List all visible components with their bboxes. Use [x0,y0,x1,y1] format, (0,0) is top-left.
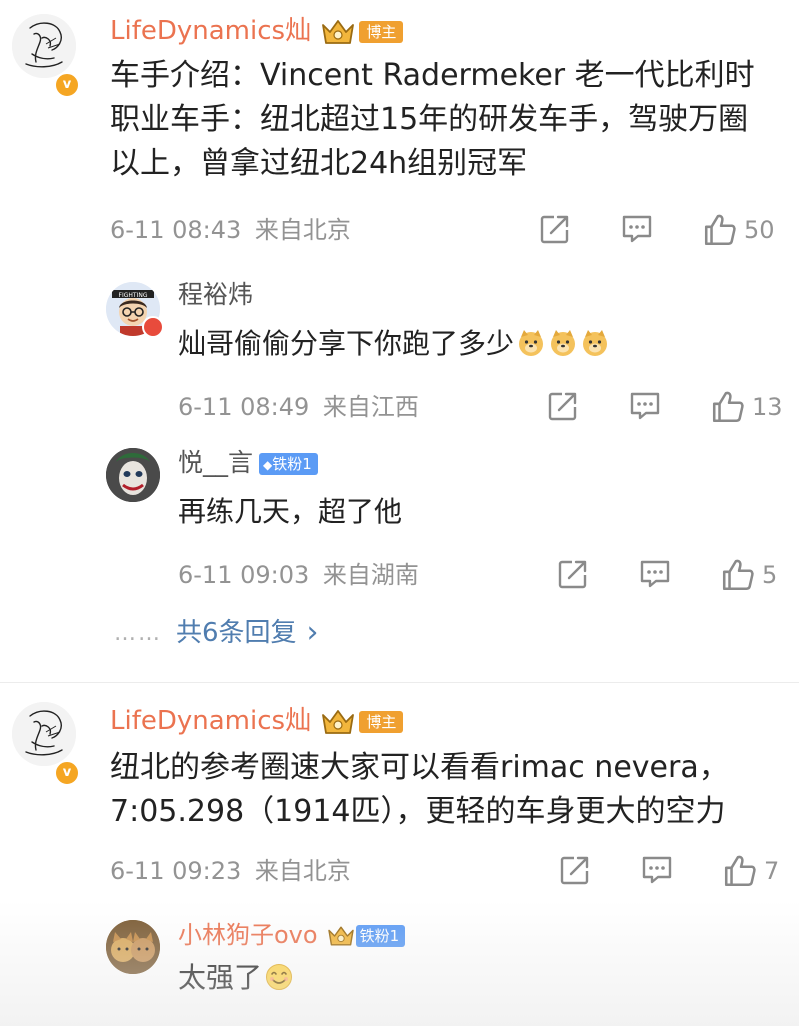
reply-avatar[interactable] [106,920,160,974]
comment-icon [620,212,654,246]
reply-time: 6-11 09:03 [178,561,310,589]
comment-icon [640,853,674,887]
comment-meta: 6-11 08:43 来自北京 [110,215,351,245]
diamond-icon: ◆ [263,458,273,472]
more-replies-label: 共6条回复 [176,618,297,648]
comment-item: v LifeDynamics灿 博主 车手介绍：Vincent Radermek… [0,0,799,680]
crown-icon [319,707,357,737]
crown-icon [326,924,356,948]
like-button[interactable]: 13 [710,389,783,425]
comment-location: 来自北京 [254,216,351,244]
share-icon [558,853,592,887]
doge-emoji-icon [516,328,546,358]
like-button[interactable]: 50 [702,212,775,248]
comment-text: 车手介绍：Vincent Radermeker 老一代比利时 职业车手：纽北超过… [110,58,755,181]
avatar[interactable] [12,702,76,766]
avatar[interactable] [12,14,76,78]
verified-badge-icon: v [54,72,80,98]
crown-icon [319,17,357,47]
share-button[interactable] [556,557,590,591]
like-icon [702,212,738,248]
reply-username[interactable]: 小林狗子ovo 铁粉1 [178,918,406,952]
comment-location: 来自北京 [254,857,351,885]
reply-meta: 6-11 09:03 来自湖南 [178,560,419,590]
share-button[interactable] [546,389,580,423]
smile-emoji-icon [264,962,294,992]
doge-emoji-icon [548,328,578,358]
comment-divider [0,682,799,683]
reply-username[interactable]: 悦__言 ◆铁粉1 [178,446,318,480]
cats-photo-icon [106,920,160,974]
comment-icon [638,557,672,591]
reply-item: 小林狗子ovo 铁粉1 太强了 [106,918,796,1018]
share-icon [538,212,572,246]
comment-button[interactable] [638,557,672,591]
reply-text: 灿哥偷偷分享下你跑了多少 [178,324,610,364]
fan-badge: ◆铁粉1 [259,453,318,475]
svg-text:FIGHTING: FIGHTING [119,292,148,299]
reply-item: FIGHTING 程裕炜 灿哥偷偷分享下你跑了多少 6-11 08:49 来自江… [106,278,796,428]
reply-text: 再练几天，超了他 [178,495,403,528]
share-button[interactable] [538,212,572,246]
reply-avatar[interactable] [106,448,160,502]
joker-face-icon [106,448,160,502]
sketch-portrait-icon [12,14,76,78]
share-icon [556,557,590,591]
comment-meta: 6-11 09:23 来自北京 [110,856,351,886]
sketch-portrait-icon [12,702,76,766]
reply-location: 来自江西 [322,393,419,421]
comment-text: 纽北的参考圈速大家可以看看rimac nevera， 7:05.298（1914… [110,750,729,829]
host-badge: 博主 [359,20,404,43]
like-icon [710,389,746,425]
comment-username[interactable]: LifeDynamics灿 博主 [110,704,404,738]
more-replies-link[interactable]: …… 共6条回复 › [114,616,319,650]
like-icon [720,557,756,593]
comment-button[interactable] [640,853,674,887]
host-badge: 博主 [359,710,404,733]
like-button[interactable]: 5 [720,557,777,593]
reply-item: 悦__言 ◆铁粉1 再练几天，超了他 6-11 09:03 来自湖南 5 [106,446,796,596]
comment-time: 6-11 09:23 [110,857,242,885]
share-button[interactable] [558,853,592,887]
reply-username[interactable]: 程裕炜 [178,278,253,312]
verified-badge-icon: v [54,760,80,786]
like-icon [722,853,758,889]
like-count: 13 [752,393,783,421]
comment-button[interactable] [628,389,662,423]
comment-item: v LifeDynamics灿 博主 纽北的参考圈速大家可以看看rimac ne… [0,684,799,1026]
comment-icon [628,389,662,423]
comment-username[interactable]: LifeDynamics灿 博主 [110,14,404,48]
reply-text: 太强了 [178,958,294,998]
ellipsis-icon: …… [114,620,162,646]
like-button[interactable]: 7 [722,853,779,889]
doge-emoji-icon [580,328,610,358]
like-count: 5 [762,561,778,589]
share-icon [546,389,580,423]
reply-location: 来自湖南 [322,561,419,589]
reply-time: 6-11 08:49 [178,393,310,421]
like-count: 7 [764,857,780,885]
comment-button[interactable] [620,212,654,246]
reply-meta: 6-11 08:49 来自江西 [178,392,419,422]
reply-badge-icon [142,316,164,338]
chevron-right-icon: › [306,615,319,650]
fan-badge: 铁粉1 [355,925,406,947]
comment-time: 6-11 08:43 [110,216,242,244]
like-count: 50 [744,216,775,244]
